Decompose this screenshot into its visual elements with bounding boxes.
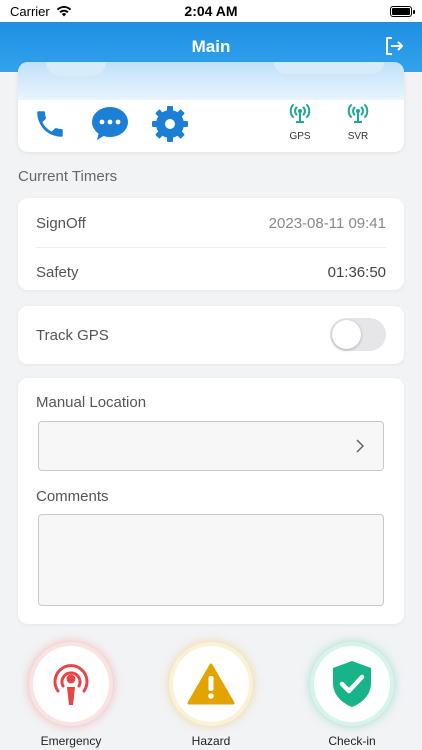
emergency-action[interactable]: Emergency (26, 646, 116, 748)
safety-row: Safety 01:36:50 (36, 261, 386, 283)
message-button[interactable] (90, 104, 130, 144)
wifi-icon (56, 5, 71, 17)
page-title: Main (191, 37, 231, 56)
track-gps-row: Track GPS (36, 324, 314, 346)
safety-value: 01:36:50 (327, 263, 386, 281)
signoff-value: 2023-08-11 09:41 (268, 214, 386, 232)
gps-signal-icon (289, 104, 311, 123)
checkin-label: Check-in (328, 734, 376, 748)
logout-icon[interactable] (382, 34, 406, 58)
safety-label: Safety (36, 263, 79, 281)
location-form-card: Manual Location Comments (18, 378, 404, 624)
divider (36, 247, 386, 248)
timers-card: SignOff 2023-08-11 09:41 Safety 01:36:50 (18, 198, 404, 290)
phone-icon (37, 111, 63, 137)
server-signal-icon (347, 104, 369, 123)
toggle-knob (332, 320, 361, 349)
track-gps-label: Track GPS (36, 326, 109, 344)
emergency-broadcast-icon (53, 664, 89, 705)
warning-triangle-icon (187, 663, 235, 705)
manual-location-label: Manual Location (36, 394, 147, 411)
comments-label: Comments (36, 488, 109, 505)
signoff-row: SignOff 2023-08-11 09:41 (36, 212, 386, 234)
quick-actions-card: GPS SVR (18, 62, 404, 152)
checkin-action[interactable]: Check-in (307, 646, 397, 748)
current-timers-heading: Current Timers (18, 168, 118, 185)
shield-check-icon (333, 661, 371, 707)
comments-input[interactable] (38, 514, 384, 606)
track-gps-toggle[interactable] (330, 318, 386, 351)
battery-icon (390, 5, 415, 17)
settings-button[interactable] (150, 104, 190, 144)
svr-label: SVR (347, 131, 369, 142)
quick-actions-row: GPS SVR (18, 102, 404, 152)
track-gps-card: Track GPS (18, 306, 404, 364)
gps-status: GPS (280, 102, 320, 142)
emergency-button[interactable] (33, 646, 109, 722)
status-bar: Carrier 2:04 AM (0, 0, 422, 22)
hazard-label: Hazard (191, 734, 231, 748)
emergency-label: Emergency (40, 734, 102, 748)
call-button[interactable] (30, 104, 70, 144)
hazard-action[interactable]: Hazard (166, 646, 256, 748)
signoff-label: SignOff (36, 214, 86, 232)
gps-label: GPS (289, 131, 311, 142)
gear-icon (152, 106, 188, 142)
chat-bubble-icon (92, 107, 128, 140)
carrier-label: Carrier (10, 3, 50, 19)
hazard-button[interactable] (173, 646, 249, 722)
chevron-right-icon (356, 439, 365, 453)
manual-location-select[interactable] (38, 421, 384, 471)
svr-status: SVR (338, 102, 378, 142)
checkin-button[interactable] (314, 646, 390, 722)
